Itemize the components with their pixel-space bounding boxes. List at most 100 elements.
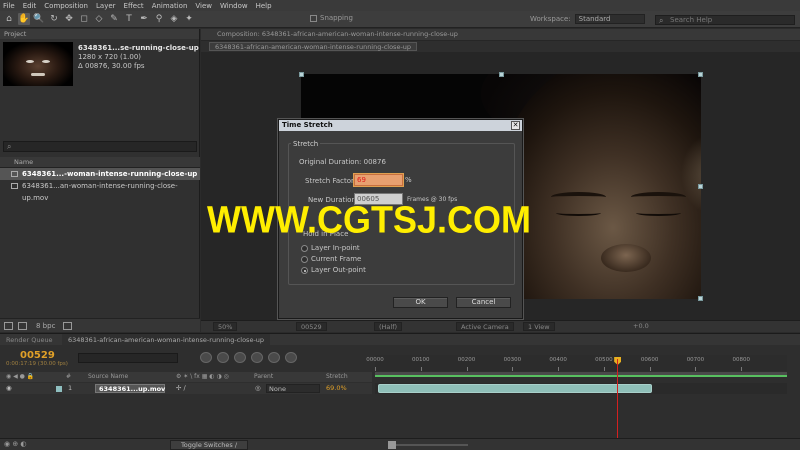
project-item-footage[interactable]: 6348361...an-woman-intense-running-close… (0, 180, 200, 202)
pick-whip-icon[interactable]: ◎ (255, 383, 261, 394)
folder-icon[interactable] (4, 321, 13, 330)
name-column-header[interactable]: Name (0, 157, 200, 168)
menu-item-effect[interactable]: Effect (124, 2, 144, 10)
menu-item-help[interactable]: Help (256, 2, 272, 10)
transform-handle[interactable] (698, 296, 703, 301)
project-search-input[interactable]: ⌕ (3, 141, 197, 152)
camera-dropdown[interactable]: Active Camera (456, 322, 514, 331)
puppet-pin-icon[interactable]: ✦ (183, 13, 195, 25)
menu-item-window[interactable]: Window (220, 2, 248, 10)
brush-tool-icon[interactable]: ✒ (138, 13, 150, 25)
timeline-zoom-slider[interactable] (388, 441, 468, 449)
mask-tool-icon[interactable]: ◇ (93, 13, 105, 25)
resolution-dropdown[interactable]: (Half) (374, 322, 403, 331)
footage-name: 6348361...se-running-close-up (78, 44, 199, 52)
current-time-indicator-line[interactable] (617, 359, 619, 438)
comp-mini-flowchart-icon[interactable] (200, 352, 212, 363)
transform-handle[interactable] (698, 184, 703, 189)
search-help-input[interactable]: ⌕ Search Help (655, 15, 795, 25)
layer-stretch-value[interactable]: 69.0% (326, 383, 347, 394)
option-current-frame[interactable]: Current Frame (311, 255, 361, 263)
menu-item-view[interactable]: View (195, 2, 212, 10)
ruler-tick-mark (695, 367, 697, 371)
footer-icons[interactable]: ◉ ⊕ ◐ (4, 440, 27, 448)
rotate-tool-icon[interactable]: ↻ (48, 13, 60, 25)
ruler-tick-mark (466, 367, 468, 371)
shy-layers-icon[interactable] (234, 352, 246, 363)
trash-icon[interactable] (63, 321, 73, 330)
close-icon[interactable]: ✕ (511, 121, 520, 130)
label-color-swatch[interactable] (56, 386, 62, 392)
hand-tool-icon[interactable]: ✋ (18, 13, 30, 25)
parent-column[interactable]: Parent (254, 372, 273, 382)
current-frame-field[interactable]: 00529 (296, 322, 327, 331)
ruler-tick-mark (649, 367, 651, 371)
composition-breadcrumb[interactable]: 6348361-african-american-woman-intense-r… (209, 42, 418, 51)
time-ruler[interactable]: 00000 00100 00200 00300 00400 00500 00600 00700… (366, 355, 787, 371)
clone-stamp-icon[interactable]: ⚲ (153, 13, 165, 25)
frame-blending-icon[interactable] (251, 352, 263, 363)
timeline-footer: ◉ ⊕ ◐ Toggle Switches / Modes (0, 438, 800, 450)
exposure-value[interactable]: +0.0 (633, 322, 649, 331)
stretch-column[interactable]: Stretch (326, 372, 348, 382)
project-item-composition[interactable]: 6348361...-woman-intense-running-close-u… (0, 168, 200, 180)
option-layer-out-point[interactable]: Layer Out-point (311, 266, 366, 274)
type-tool-icon[interactable]: T (123, 13, 135, 25)
rectangle-tool-icon[interactable]: ◻ (78, 13, 90, 25)
stretch-factor-input[interactable]: 69 (354, 174, 403, 186)
transform-handle[interactable] (299, 72, 304, 77)
home-icon[interactable]: ⌂ (3, 13, 15, 25)
layer-row[interactable]: ◉ 1 6348361...up.mov ✢ ∕ ◎ None 69.0% (0, 383, 372, 394)
parent-dropdown[interactable]: None (266, 384, 320, 393)
timeline-search-input[interactable] (78, 353, 178, 363)
composition-tab[interactable]: Composition: 6348361-african-american-wo… (201, 29, 800, 40)
motion-blur-icon[interactable] (268, 352, 280, 363)
radio-current-frame[interactable] (301, 256, 308, 263)
workspace-dropdown[interactable]: Standard (574, 14, 645, 24)
work-area-range[interactable] (375, 375, 787, 377)
bpc-label[interactable]: 8 bpc (36, 322, 55, 330)
transform-handle[interactable] (499, 72, 504, 77)
menu-item-file[interactable]: File (3, 2, 15, 10)
project-tab[interactable]: Project (0, 29, 199, 39)
timecode-display[interactable]: 00529 (20, 350, 55, 361)
eye-icon[interactable]: ◉ (6, 383, 12, 394)
menu-item-animation[interactable]: Animation (152, 2, 188, 10)
cancel-button[interactable]: Cancel (456, 297, 511, 308)
toggle-switches-modes-button[interactable]: Toggle Switches / Modes (170, 440, 248, 450)
option-layer-in-point[interactable]: Layer In-point (311, 244, 360, 252)
pen-tool-icon[interactable]: ✎ (108, 13, 120, 25)
frame-brow-right (631, 192, 686, 202)
source-name-column[interactable]: Source Name (88, 372, 128, 382)
snapping-checkbox[interactable] (310, 14, 317, 22)
menu-item-edit[interactable]: Edit (23, 2, 37, 10)
dialog-title: Time Stretch (279, 120, 522, 131)
project-item-label: 6348361...-woman-intense-running-close-u… (22, 170, 198, 178)
snapping-option[interactable]: Snapping (310, 14, 353, 22)
transform-handle[interactable] (698, 72, 703, 77)
thumb-eye-right (42, 60, 50, 63)
project-panel: Project 6348361...se-running-close-up 12… (0, 29, 200, 332)
ok-button[interactable]: OK (393, 297, 448, 308)
layer-name[interactable]: 6348361...up.mov (95, 384, 165, 393)
timecode-subtext: 0:00:17:19 (30.00 fps) (6, 361, 68, 367)
menu-item-composition[interactable]: Composition (44, 2, 88, 10)
new-composition-icon[interactable] (18, 321, 27, 330)
radio-layer-in-point[interactable] (301, 245, 308, 252)
views-dropdown[interactable]: 1 View (523, 322, 555, 331)
draft-3d-icon[interactable] (217, 352, 229, 363)
radio-layer-out-point[interactable] (301, 267, 308, 274)
graph-editor-icon[interactable] (285, 352, 297, 363)
frame-nose (601, 244, 651, 272)
layer-duration-bar[interactable] (378, 384, 652, 393)
zoom-dropdown[interactable]: 50% (213, 322, 238, 331)
menu-item-layer[interactable]: Layer (96, 2, 116, 10)
eraser-tool-icon[interactable]: ◈ (168, 13, 180, 25)
layer-switches-icon[interactable]: ✢ ∕ (176, 383, 186, 394)
tools-panel: ⌂ ✋ 🔍 ↻ ✥ ◻ ◇ ✎ T ✒ ⚲ ◈ ✦ Snapping Workspace: Standa… (0, 11, 800, 28)
ruler-tick-label: 00000 (366, 357, 384, 363)
pan-behind-icon[interactable]: ✥ (63, 13, 75, 25)
zoom-tool-icon[interactable]: 🔍 (33, 13, 45, 25)
composition-footer: 50% 00529 (Half) Active Camera 1 View +0… (201, 320, 800, 332)
zoom-slider-knob[interactable] (388, 441, 396, 449)
